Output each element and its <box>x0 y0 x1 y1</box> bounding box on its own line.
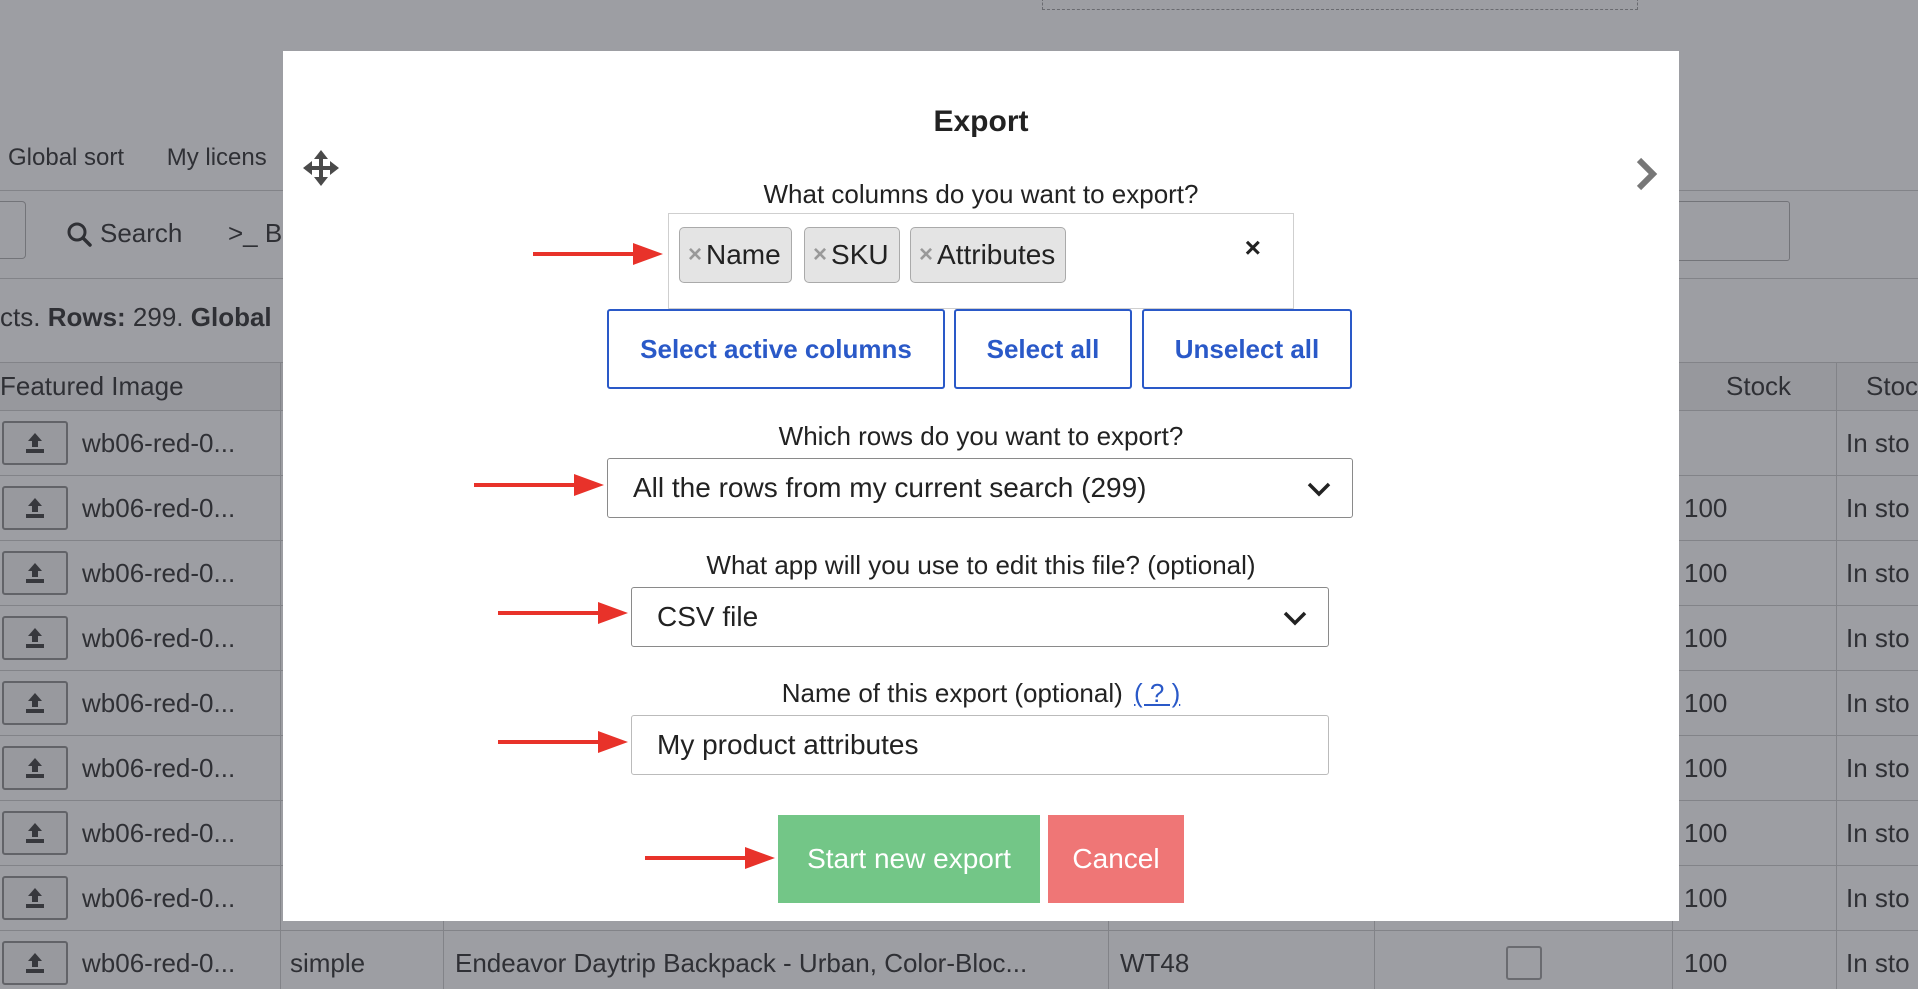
rows-select[interactable]: All the rows from my current search (299… <box>607 458 1353 518</box>
help-link[interactable]: ( ? ) <box>1134 678 1180 708</box>
remove-tag-icon[interactable]: × <box>688 241 702 269</box>
red-arrow <box>498 731 628 753</box>
columns-question: What columns do you want to export? <box>763 179 1199 209</box>
export-modal: Export What columns do you want to expor… <box>283 51 1679 921</box>
app-select[interactable]: CSV file <box>631 587 1329 647</box>
export-name-input[interactable]: My product attributes <box>631 715 1329 775</box>
name-question: Name of this export (optional) <box>781 678 1123 708</box>
columns-tag-input[interactable]: × Name × SKU × Attributes × <box>668 213 1294 309</box>
modal-title: Export <box>933 105 1029 138</box>
rows-question: Which rows do you want to export? <box>778 421 1184 451</box>
select-active-columns-button[interactable]: Select active columns <box>607 309 945 389</box>
app-select-value: CSV file <box>657 601 759 632</box>
name-question-row: Name of this export (optional) ( ? ) <box>283 678 1679 709</box>
red-arrow <box>533 243 663 265</box>
rows-select-value: All the rows from my current search (299… <box>633 472 1147 503</box>
chevron-down-icon <box>1283 611 1307 626</box>
red-arrow <box>474 474 604 496</box>
tag-name-label: Name <box>706 239 781 270</box>
tag-attributes-label: Attributes <box>937 239 1056 270</box>
unselect-all-button[interactable]: Unselect all <box>1142 309 1352 389</box>
remove-tag-icon[interactable]: × <box>813 241 827 269</box>
chevron-down-icon <box>1307 482 1331 497</box>
cancel-button[interactable]: Cancel <box>1048 815 1184 903</box>
tag-sku[interactable]: × SKU <box>804 227 900 283</box>
remove-tag-icon[interactable]: × <box>919 241 933 269</box>
clear-all-icon[interactable]: × <box>1245 232 1261 264</box>
select-all-button[interactable]: Select all <box>954 309 1132 389</box>
red-arrow <box>645 847 775 869</box>
red-arrow <box>498 602 628 624</box>
tag-attributes[interactable]: × Attributes <box>910 227 1067 283</box>
tag-sku-label: SKU <box>831 239 889 270</box>
tag-name[interactable]: × Name <box>679 227 792 283</box>
start-export-button[interactable]: Start new export <box>778 815 1040 903</box>
app-question: What app will you use to edit this file?… <box>706 550 1256 580</box>
